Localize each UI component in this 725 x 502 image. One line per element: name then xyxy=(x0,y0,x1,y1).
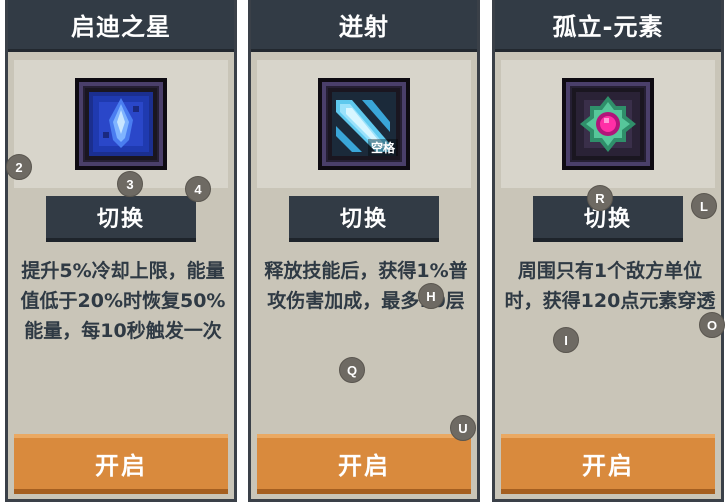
card-title: 孤立-元素 xyxy=(495,0,721,52)
icon-panel xyxy=(14,60,228,188)
marker-label: 3 xyxy=(117,171,143,197)
card-description: 周围只有1个敌方单位时，获得120点元素穿透 xyxy=(504,260,716,312)
open-button[interactable]: 开启 xyxy=(257,434,471,494)
open-button[interactable]: 开启 xyxy=(501,434,715,494)
marker-label: R xyxy=(587,185,613,211)
icon-key-tag: 空格 xyxy=(367,139,398,156)
talent-card-qidi: 启迪之星 切换 提升5%冷却上限，能量值低于20%时恢复50%能量，每10秒触发… xyxy=(5,0,237,502)
marker-label: H xyxy=(418,283,444,309)
ice-shard-icon: 空格 xyxy=(318,78,410,170)
marker-label: U xyxy=(450,415,476,441)
marker-label: O xyxy=(699,312,725,338)
card-title: 启迪之星 xyxy=(8,0,234,52)
card-description: 释放技能后，获得1%普攻伤害加成，最多10层 xyxy=(264,260,468,312)
marker-label: L xyxy=(691,193,717,219)
marker-label: I xyxy=(553,327,579,353)
marker-label: 2 xyxy=(6,154,32,180)
icon-panel xyxy=(501,60,715,188)
icon-panel: 空格 xyxy=(257,60,471,188)
switch-button[interactable]: 切换 xyxy=(289,196,439,242)
card-description: 提升5%冷却上限，能量值低于20%时恢复50%能量，每10秒触发一次 xyxy=(20,260,226,342)
talent-card-bengshe: 迸射 空格 切换 释放技能后，获得1%普攻伤害加成，最多10层 开启 xyxy=(248,0,480,502)
pink-orb-icon xyxy=(562,78,654,170)
marker-label: Q xyxy=(339,357,365,383)
open-button[interactable]: 开启 xyxy=(14,434,228,494)
card-title: 迸射 xyxy=(251,0,477,52)
marker-label: 4 xyxy=(185,176,211,202)
switch-button[interactable]: 切换 xyxy=(46,196,196,242)
talent-card-guli: 孤立-元素 切换 周围只有1个敌方单位时，获得120点元素穿透 开启 xyxy=(492,0,724,502)
blue-crystal-icon xyxy=(75,78,167,170)
